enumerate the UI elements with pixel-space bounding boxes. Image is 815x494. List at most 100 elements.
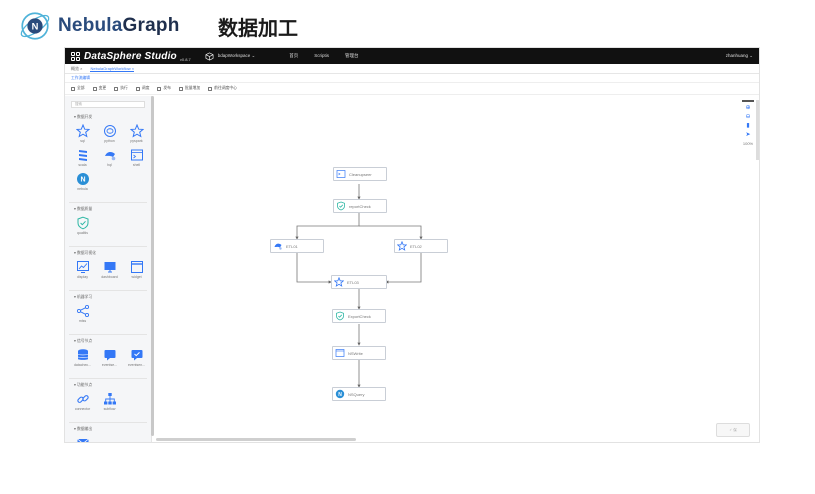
palette-node-eventse[interactable]: eventse... xyxy=(96,348,123,372)
palette-section-items: mlss xyxy=(65,304,151,328)
palette-section-items: sendemail xyxy=(65,436,151,442)
zoom-out-icon[interactable]: ⊖ xyxy=(745,114,750,120)
zoom-in-icon[interactable]: ⊕ xyxy=(745,105,750,111)
palette-node-label: nebula xyxy=(77,187,88,191)
node-etl01[interactable]: ETL01 xyxy=(270,239,324,253)
shield-check-icon xyxy=(77,216,88,230)
palette-node-label: subflow xyxy=(103,407,116,411)
palette-section-title[interactable]: ▾ 功能节点 xyxy=(74,382,151,388)
window-icon xyxy=(130,261,143,273)
canvas-vertical-scrollbar[interactable] xyxy=(756,100,759,160)
node-search-input[interactable]: 搜索 xyxy=(71,101,145,108)
nav-home[interactable]: 首页 xyxy=(289,53,298,59)
app-logo[interactable]: DataSphere Studio v0.8.7 xyxy=(71,51,191,62)
palette-section-title[interactable]: ▾ 数据可视化 xyxy=(74,250,151,256)
nav-admin[interactable]: 管理台 xyxy=(345,53,359,59)
scala-icon xyxy=(78,150,87,161)
palette-node-widget[interactable]: widget xyxy=(123,260,150,284)
message-icon xyxy=(104,350,115,361)
workflow-canvas[interactable]: Cleanupseer reportCheck ETL01 ETL02 ETL0… xyxy=(156,96,759,442)
palette-node-subflow[interactable]: subflow xyxy=(96,392,123,416)
toolbar-schedule-button[interactable]: 调度 xyxy=(135,86,149,91)
palette-node-mlss[interactable]: mlss xyxy=(69,304,96,328)
node-nswrite[interactable]: NSWrite xyxy=(332,346,386,360)
tab-overview[interactable]: 概览 × xyxy=(71,66,82,72)
zoom-level: 100% xyxy=(742,141,754,146)
palette-node-label: connector xyxy=(74,407,91,411)
palette-section-title[interactable]: ▾ 信号节点 xyxy=(74,338,151,344)
palette-section-title[interactable]: ▾ 机器学习 xyxy=(74,294,151,300)
palette-node-label: display xyxy=(77,275,88,279)
star-icon xyxy=(397,241,407,251)
save-button[interactable]: ✓ 保 xyxy=(716,423,750,437)
palette-node-pyspark[interactable]: pyspark xyxy=(123,124,150,148)
nav-scriptis[interactable]: Scriptis xyxy=(314,53,329,59)
toolbar-publish-button[interactable]: 发布 xyxy=(157,86,171,91)
hive-icon xyxy=(274,243,282,250)
node-reportcheck[interactable]: reportCheck xyxy=(333,199,387,213)
node-etl02[interactable]: ETL02 xyxy=(394,239,448,253)
svg-text:N: N xyxy=(338,392,342,398)
workflow-edges xyxy=(295,184,423,388)
user-menu[interactable]: zhanhuang ⌄ xyxy=(726,53,753,59)
node-nsquery[interactable]: N NSQuery xyxy=(332,387,386,401)
locate-icon[interactable]: ➤ xyxy=(745,132,750,138)
star-icon xyxy=(75,124,90,138)
share-icon xyxy=(76,304,89,318)
edge-n2-n4 xyxy=(359,225,423,240)
nebula-icon: N xyxy=(76,173,89,185)
toolbar-change-button[interactable]: 变更 xyxy=(92,86,106,91)
nebula-icon: N xyxy=(335,389,345,399)
node-palette-sidebar: 搜索 ▾ 数据开发 sql python pyspark scala hql shell Nn… xyxy=(65,96,152,442)
palette-section-items: qualitis xyxy=(65,216,151,240)
edge-n3-n5 xyxy=(296,253,332,284)
palette-node-python[interactable]: python xyxy=(96,124,123,148)
palette-node-eventsen[interactable]: eventsen... xyxy=(123,348,150,372)
dss-app-window: DataSphere Studio v0.8.7 bdapWorkspace ⌄… xyxy=(64,47,760,443)
palette-node-datachec[interactable]: datachec... xyxy=(69,348,96,372)
section-divider xyxy=(69,246,147,247)
palette-node-sendemail[interactable]: sendemail xyxy=(69,436,96,442)
palette-section-items: connector subflow xyxy=(65,392,151,416)
palette-section-items: display dashboard widget xyxy=(65,260,151,284)
toolbar-all-button[interactable]: 全部 xyxy=(71,86,85,91)
palette-node-nebula[interactable]: Nnebula xyxy=(69,172,96,196)
node-etl03[interactable]: ETL03 xyxy=(331,275,387,289)
node-exportcheck[interactable]: ExportCheck xyxy=(332,309,386,323)
section-divider xyxy=(69,334,147,335)
palette-node-qualitis[interactable]: qualitis xyxy=(69,216,96,240)
workspace-selector[interactable]: bdapWorkspace ⌄ xyxy=(205,52,255,61)
palette-section-title[interactable]: ▾ 数据质量 xyxy=(74,206,151,212)
python-icon xyxy=(103,125,116,137)
palette-node-label: hql xyxy=(107,163,112,167)
palette-section-title[interactable]: ▾ 数据开发 xyxy=(74,114,151,120)
palette-section-items: datachec... eventse... eventsen... xyxy=(65,348,151,372)
shield-check-icon xyxy=(336,311,344,321)
node-cleanupseer[interactable]: Cleanupseer xyxy=(333,167,387,181)
hierarchy-icon xyxy=(103,393,116,405)
palette-node-label: eventse... xyxy=(101,363,118,367)
palette-node-display[interactable]: display xyxy=(69,260,96,284)
publish-icon xyxy=(157,86,162,91)
palette-node-hql[interactable]: hql xyxy=(96,148,123,172)
palette-node-connector[interactable]: connector xyxy=(69,392,96,416)
workflow-subbar: 工作流编辑 xyxy=(65,74,759,83)
workflow-edit-tab[interactable]: 工作流编辑 xyxy=(71,76,90,81)
toolbar-run-button[interactable]: 执行 xyxy=(114,86,128,91)
palette-node-sql[interactable]: sql xyxy=(69,124,96,148)
palette-node-dashboard[interactable]: dashboard xyxy=(96,260,123,284)
edge-n4-n5 xyxy=(385,253,422,284)
brand-name: NebulaGraph xyxy=(58,15,180,36)
palette-node-shell[interactable]: shell xyxy=(123,148,150,172)
palette-node-scala[interactable]: scala xyxy=(69,148,96,172)
email-icon xyxy=(76,438,89,442)
app-name: DataSphere Studio xyxy=(84,50,177,62)
bookmark-icon[interactable]: ▮ xyxy=(746,123,749,129)
toolbar-scheduler-center-button[interactable]: 前往调度中心 xyxy=(208,86,237,91)
shield-check-icon xyxy=(337,201,345,211)
canvas-horizontal-scrollbar[interactable] xyxy=(156,438,356,441)
palette-section-title[interactable]: ▾ 数据输出 xyxy=(74,426,151,432)
tab-workflow[interactable]: NebulaGraphWorkflow × xyxy=(90,66,135,72)
sidebar-scrollbar[interactable] xyxy=(151,96,154,436)
toolbar-batch-add-button[interactable]: 批量增加 xyxy=(178,86,200,91)
